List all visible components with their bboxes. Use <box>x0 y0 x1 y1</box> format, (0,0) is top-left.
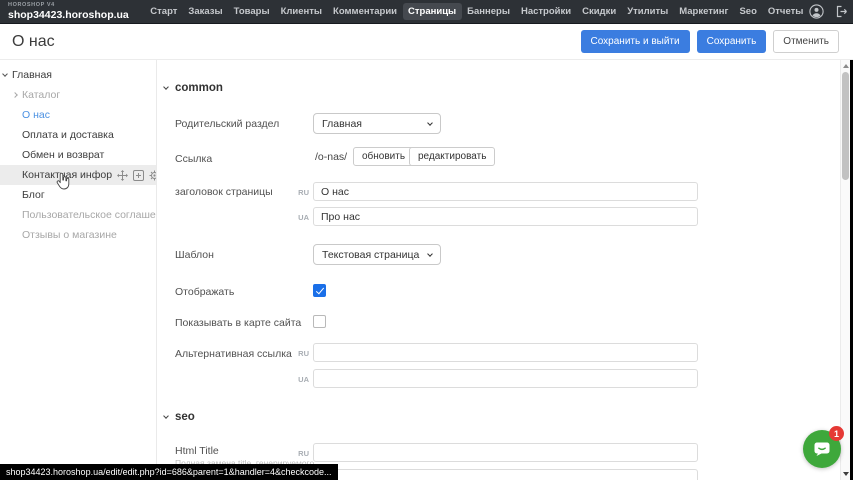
alt-link-ru-input[interactable] <box>313 343 698 362</box>
tree-item[interactable]: Оплата и доставка <box>0 125 156 145</box>
sitemap-checkbox[interactable] <box>313 315 326 328</box>
sitemap-label: Показывать в карте сайта <box>175 317 301 329</box>
tree-item-label: Оплата и доставка <box>22 129 114 141</box>
vertical-scrollbar[interactable] <box>840 60 850 480</box>
lang-ua-tag: UA <box>287 375 309 384</box>
collapse-icon <box>163 84 169 90</box>
page-title-ua-input[interactable] <box>313 207 698 226</box>
link-value: /o-nas/ <box>315 151 347 163</box>
menu-item[interactable]: Маркетинг <box>674 3 734 20</box>
template-value: Текстовая страница <box>322 249 419 261</box>
tree-item-label: Блог <box>22 189 45 201</box>
logo-domain-label: shop34423.horoshop.ua <box>8 10 129 21</box>
topbar-icons <box>809 4 849 19</box>
html-title-label: Html Title <box>175 445 219 457</box>
menu-item[interactable]: Скидки <box>577 3 622 20</box>
logout-icon[interactable] <box>835 5 849 18</box>
tree-expand-icon[interactable] <box>2 71 8 77</box>
tree-item-label: Обмен и возврат <box>22 149 104 161</box>
tree-item-label: Пользовательское соглашение <box>22 209 156 221</box>
section-seo-title: seo <box>175 411 195 423</box>
account-icon[interactable] <box>809 4 824 19</box>
section-common-header[interactable]: common <box>164 82 223 94</box>
scroll-up-arrow-icon[interactable] <box>843 64 849 68</box>
menu-item[interactable]: Товары <box>228 3 275 20</box>
tree-item-actions <box>117 170 156 181</box>
tree-item-label: О нас <box>22 109 50 121</box>
menu-item[interactable]: Заказы <box>183 3 228 20</box>
save-and-exit-button[interactable]: Сохранить и выйти <box>581 30 690 53</box>
page-title-field-label: заголовок страницы <box>175 186 273 198</box>
tree-item[interactable]: Каталог <box>0 85 156 105</box>
menu-item[interactable]: Настройки <box>515 3 576 20</box>
menu-item[interactable]: Отчеты <box>762 3 808 20</box>
tree-item-label: Каталог <box>22 89 60 101</box>
chat-widget-button[interactable]: 1 <box>803 430 841 468</box>
chat-bubble-icon <box>812 439 832 459</box>
logo-version-label: HOROSHOP V4 <box>8 3 129 9</box>
logo[interactable]: HOROSHOP V4 shop34423.horoshop.ua <box>8 3 129 21</box>
alt-link-ua-input[interactable] <box>313 369 698 388</box>
display-checkbox[interactable] <box>313 284 326 297</box>
template-label: Шаблон <box>175 249 214 261</box>
topbar: HOROSHOP V4 shop34423.horoshop.ua Старт … <box>0 0 853 24</box>
collapse-icon <box>163 413 169 419</box>
menu-item[interactable]: Комментарии <box>328 3 403 20</box>
tree-item[interactable]: Главная <box>0 65 156 85</box>
tree-item[interactable]: Блог <box>0 185 156 205</box>
display-label: Отображать <box>175 286 234 298</box>
chevron-down-icon <box>427 120 433 126</box>
parent-section-select[interactable]: Главная <box>313 113 441 134</box>
page-title-ru-input[interactable] <box>313 182 698 201</box>
scroll-down-arrow-icon[interactable] <box>843 472 849 476</box>
menu-item[interactable]: Старт <box>145 3 183 20</box>
parent-section-value: Главная <box>322 118 362 130</box>
menu-item[interactable]: Клиенты <box>275 3 327 20</box>
section-seo-header[interactable]: seo <box>164 411 195 423</box>
pages-tree-sidebar: Главная <box>0 60 157 480</box>
link-edit-button[interactable]: редактировать <box>409 147 495 166</box>
chat-unread-badge: 1 <box>829 426 844 441</box>
tree-item[interactable]: Пользовательское соглашение <box>0 205 156 225</box>
tree-item[interactable]: О нас <box>0 105 156 125</box>
save-button[interactable]: Сохранить <box>697 30 767 53</box>
tree-item[interactable]: Контактная инфор <box>0 165 156 185</box>
lang-ru-tag: RU <box>287 349 309 358</box>
page-header: О нас Сохранить и выйти Сохранить Отмени… <box>0 24 853 60</box>
link-preview-statusbar: shop34423.horoshop.ua/edit/edit.php?id=6… <box>0 464 338 480</box>
tree-item[interactable]: Отзывы о магазине <box>0 225 156 245</box>
menu-item[interactable]: Утилиты <box>622 3 674 20</box>
tree-item-label: Отзывы о магазине <box>22 229 117 241</box>
link-update-button[interactable]: обновить <box>353 147 414 166</box>
tree-item-label: Контактная инфор <box>22 169 112 181</box>
header-buttons: Сохранить и выйти Сохранить Отменить <box>581 30 840 53</box>
move-icon[interactable] <box>117 170 128 181</box>
html-title-ru-input[interactable] <box>313 443 698 462</box>
tree-item-label: Главная <box>12 69 52 81</box>
alt-link-label: Альтернативная ссылка <box>175 348 292 360</box>
menu-item[interactable]: Баннеры <box>462 3 516 20</box>
page-title: О нас <box>12 33 55 51</box>
html-title-ua-input[interactable] <box>313 469 698 480</box>
tree-item[interactable]: Обмен и возврат <box>0 145 156 165</box>
section-common-title: common <box>175 82 223 94</box>
lang-ru-tag: RU <box>287 449 309 458</box>
parent-section-label: Родительский раздел <box>175 118 279 130</box>
cancel-button[interactable]: Отменить <box>773 30 839 53</box>
chevron-down-icon <box>427 251 433 257</box>
template-select[interactable]: Текстовая страница <box>313 244 441 265</box>
menu-item[interactable]: Страницы <box>403 3 462 20</box>
link-label: Ссылка <box>175 153 212 165</box>
main-menu: Старт Заказы Товары Клиенты Комментарии … <box>145 3 809 20</box>
scrollbar-thumb[interactable] <box>842 72 849 180</box>
lang-ua-tag: UA <box>287 213 309 222</box>
page-edit-form: common Родительский раздел Главная Ссылк… <box>157 60 841 480</box>
add-page-icon[interactable] <box>133 170 144 181</box>
settings-gear-icon[interactable] <box>149 170 156 181</box>
menu-item[interactable]: Seo <box>734 3 762 20</box>
lang-ru-tag: RU <box>287 188 309 197</box>
tree-expand-icon[interactable] <box>12 92 18 98</box>
